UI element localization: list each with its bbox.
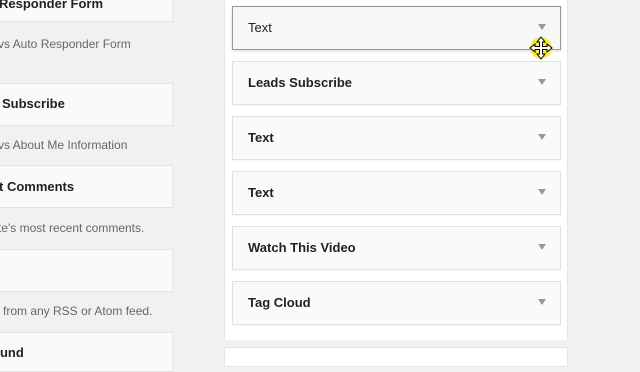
sidebar-widget-tag-cloud[interactable]: Tag Cloud (232, 281, 561, 325)
move-cursor-icon (529, 36, 553, 60)
next-widget-area[interactable] (224, 347, 568, 367)
available-widget-search[interactable] (0, 332, 173, 372)
available-widgets-list: Responder Form vs Auto Responder Form Su… (0, 0, 190, 372)
sidebar-widget-text-dragging[interactable]: Text (232, 6, 561, 50)
widget-title: Leads Subscribe (248, 75, 353, 90)
sidebar-widget-text[interactable]: Text (232, 116, 561, 160)
triangle-down-icon[interactable] (538, 189, 546, 195)
available-widget-desc: vs About Me Information (0, 138, 128, 152)
widget-title: Watch This Video (248, 240, 356, 255)
available-widget-title: ound (0, 345, 24, 360)
sidebar-widget-leads-subscribe[interactable]: Leads Subscribe (232, 61, 561, 105)
available-widget-desc: vs Auto Responder Form (0, 37, 131, 51)
available-widget-desc: te's most recent comments. (0, 221, 145, 235)
widget-title: Text (248, 185, 274, 200)
available-widget-title: Subscribe (2, 96, 65, 111)
triangle-down-icon[interactable] (538, 244, 546, 250)
available-widget-title: Responder Form (0, 0, 104, 11)
sidebar-widget-text[interactable]: Text (232, 171, 561, 215)
available-widget-rss[interactable] (0, 249, 173, 292)
triangle-down-icon[interactable] (538, 24, 546, 30)
available-widget-desc: from any RSS or Atom feed. (3, 304, 153, 318)
triangle-down-icon[interactable] (538, 79, 546, 85)
widget-title: Tag Cloud (248, 295, 311, 310)
triangle-down-icon[interactable] (538, 134, 546, 140)
widget-title: Text (248, 20, 272, 35)
available-widget-title: t Comments (0, 179, 75, 194)
widget-title: Text (248, 130, 274, 145)
sidebar-widget-watch-video[interactable]: Watch This Video (232, 226, 561, 270)
triangle-down-icon[interactable] (538, 299, 546, 305)
